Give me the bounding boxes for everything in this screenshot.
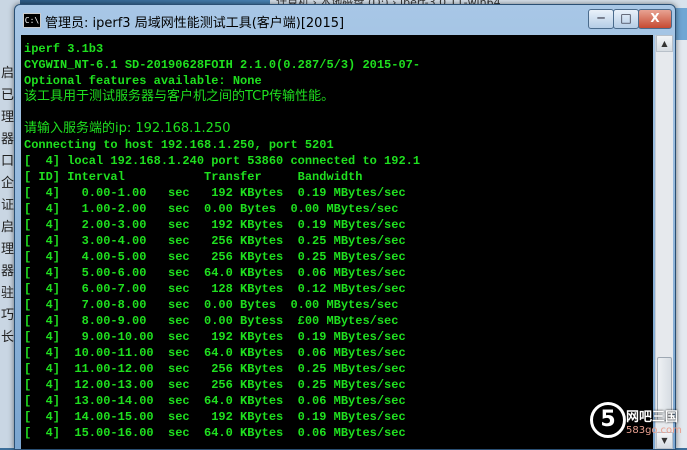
watermark-url: 583go.com — [626, 425, 682, 436]
close-button[interactable]: X — [638, 9, 672, 29]
console-line: iperf 3.1b3 — [24, 42, 104, 56]
console-line: 请输入服务端的ip: 192.168.1.250 — [24, 121, 231, 136]
background-sidebar-char: 驻 — [1, 286, 15, 301]
console-line: [ ID] Interval Transfer Bandwidth — [24, 170, 363, 184]
console-line: [ 4] local 192.168.1.240 port 53860 conn… — [24, 154, 421, 168]
console-line: [ 4] 10.00-11.00 sec 64.0 KBytes 0.06 MB… — [24, 346, 406, 360]
background-sidebar-char: 巧 — [1, 308, 15, 323]
console-line: [ 4] 2.00-3.00 sec 192 KBytes 0.19 MByte… — [24, 218, 406, 232]
scroll-up-button[interactable]: ▲ — [656, 35, 673, 52]
console-line: [ 4] 5.00-6.00 sec 64.0 KBytes 0.06 MByt… — [24, 266, 406, 280]
background-sidebar-char: 理 — [1, 242, 15, 257]
background-sidebar-char: 启 — [1, 66, 15, 81]
console-line: [ 4] 15.00-16.00 sec 64.0 KBytes 0.06 MB… — [24, 426, 406, 440]
console-app-icon[interactable]: C:\ — [23, 13, 41, 28]
console-line: [ 4] 13.00-14.00 sec 64.0 KBytes 0.06 MB… — [24, 394, 406, 408]
background-sidebar-char: 长 — [1, 330, 15, 345]
background-sidebar-char: 器 — [1, 132, 15, 147]
console-line: [ 4] 11.00-12.00 sec 256 KBytes 0.25 MBy… — [24, 362, 406, 376]
console-line: [ 4] 4.00-5.00 sec 256 KBytes 0.25 MByte… — [24, 250, 406, 264]
console-output[interactable]: iperf 3.1b3 CYGWIN_NT-6.1 SD-20190628FOIH… — [21, 35, 653, 449]
console-window[interactable]: C:\ 管理员: iperf3 局域网性能测试工具(客户端)[2015] ─ □… — [14, 4, 676, 450]
site-watermark: 5 网吧三国 583go.com — [582, 400, 687, 448]
watermark-name: 网吧三国 — [626, 410, 679, 425]
background-sidebar-char: 理 — [1, 110, 15, 125]
background-sidebar-char: 已 — [1, 88, 15, 103]
console-line: [ 4] 1.00-2.00 sec 0.00 Bytes 0.00 MByte… — [24, 202, 399, 216]
window-title: 管理员: iperf3 局域网性能测试工具(客户端)[2015] — [45, 16, 345, 31]
minimize-button[interactable]: ─ — [588, 9, 614, 29]
console-line: CYGWIN_NT-6.1 SD-20190628FOIH 2.1.0(0.28… — [24, 58, 421, 72]
console-line: [ 4] 6.00-7.00 sec 128 KBytes 0.12 MByte… — [24, 282, 406, 296]
background-sidebar-char: 证 — [1, 198, 15, 213]
console-line: Connecting to host 192.168.1.250, port 5… — [24, 138, 334, 152]
console-line: [ 4] 12.00-13.00 sec 256 KBytes 0.25 MBy… — [24, 378, 406, 392]
title-bar[interactable]: C:\ 管理员: iperf3 局域网性能测试工具(客户端)[2015] ─ □… — [15, 5, 675, 35]
background-sidebar-char: 企 — [1, 176, 15, 191]
console-line: [ 4] 8.00-9.00 sec 0.00 Bytess £00 MByte… — [24, 314, 399, 328]
background-sidebar-char: 启 — [1, 220, 15, 235]
maximize-button[interactable]: □ — [613, 9, 639, 29]
watermark-logo-icon: 5 — [590, 402, 626, 438]
background-sidebar-char: 器 — [1, 264, 15, 279]
console-line: 该工具用于测试服务器与客户机之间的TCP传输性能。 — [24, 89, 335, 104]
console-line: [ 4] 0.00-1.00 sec 192 KBytes 0.19 MByte… — [24, 186, 406, 200]
background-sidebar-char: 口 — [1, 154, 15, 169]
console-line: [ 4] 9.00-10.00 sec 192 KBytes 0.19 MByt… — [24, 330, 406, 344]
console-line: [ 4] 3.00-4.00 sec 256 KBytes 0.25 MByte… — [24, 234, 406, 248]
vertical-scrollbar[interactable]: ▲ ▼ — [655, 35, 673, 449]
console-line: Optional features available: None — [24, 74, 262, 88]
console-line: [ 4] 7.00-8.00 sec 0.00 Bytes 0.00 MByte… — [24, 298, 399, 312]
console-line: [ 4] 14.00-15.00 sec 192 KBytes 0.19 MBy… — [24, 410, 406, 424]
